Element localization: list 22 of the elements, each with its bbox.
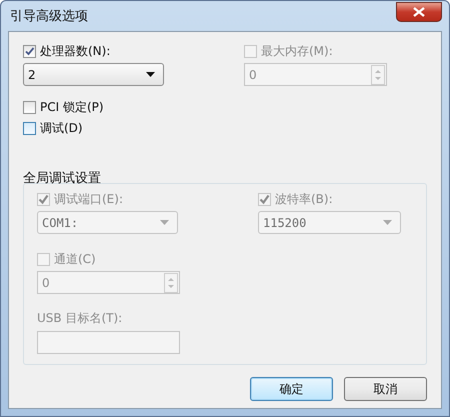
checkbox-label: PCI 锁定(P) <box>40 98 104 116</box>
close-button[interactable] <box>396 2 442 22</box>
close-icon <box>413 6 425 16</box>
caret-icon <box>146 72 155 77</box>
group-title: 全局调试设置 <box>23 170 102 186</box>
checkbox-label: 处理器数(N): <box>40 42 110 60</box>
checkbox-label: 波特率(B): <box>275 190 333 208</box>
window-title: 引导高级选项 <box>9 8 88 25</box>
checkbox[interactable] <box>23 100 36 114</box>
spinner-arrows-icon[interactable] <box>164 272 178 292</box>
dialog-button[interactable]: 取消 <box>344 377 427 401</box>
checkbox[interactable] <box>23 122 36 134</box>
usb-target-label: USB 目标名(T): <box>37 310 124 327</box>
checkbox-label: 调试端口(E): <box>54 190 123 208</box>
dialog-button[interactable]: 确定 <box>250 377 333 401</box>
caret-icon <box>160 220 169 225</box>
checkbox-label: 通道(C) <box>54 250 96 268</box>
checkbox[interactable] <box>23 44 36 58</box>
processor-count-dropdown[interactable]: 2 <box>23 63 164 86</box>
checkbox-label: 最大内存(M): <box>261 42 333 60</box>
checkbox-label: 调试(D) <box>40 120 83 136</box>
caret-icon <box>383 220 392 225</box>
